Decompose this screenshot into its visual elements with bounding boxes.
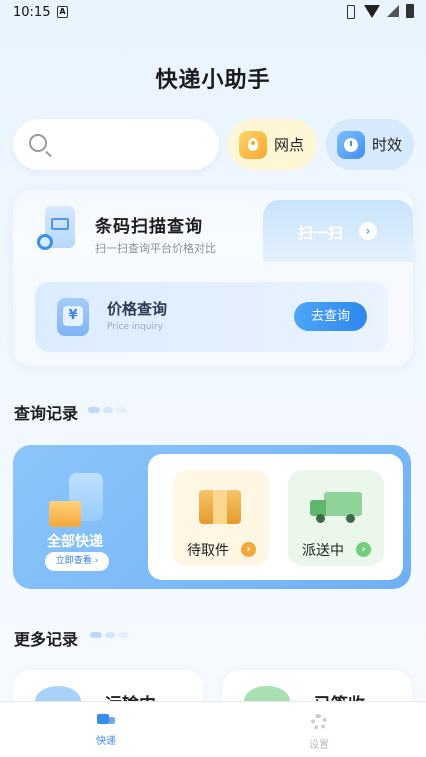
- vibrate-icon: [343, 4, 357, 19]
- delivering-label: 派送中: [302, 543, 344, 559]
- location-pin-icon: [239, 130, 267, 159]
- truck-icon: [97, 714, 115, 726]
- bottom-tab-bar: 快递 设置: [0, 701, 426, 757]
- tab-express[interactable]: 快递: [76, 714, 136, 747]
- status-time: 10:15: [13, 5, 51, 20]
- battery-icon: [406, 4, 414, 18]
- all-express-label[interactable]: 全部快递: [47, 531, 103, 551]
- timeliness-button[interactable]: 时效: [326, 119, 414, 170]
- barcode-title: 条码扫描查询: [95, 217, 203, 237]
- chevron-right-icon: ›: [241, 542, 256, 557]
- package-phone-icon: [45, 467, 119, 531]
- package-icon: [199, 484, 241, 524]
- tab-express-label: 快递: [96, 736, 116, 747]
- chevron-right-icon: ›: [356, 542, 371, 557]
- records-panel: 待取件 › 派送中 ›: [148, 454, 403, 580]
- outlet-label: 网点: [274, 136, 305, 154]
- timeliness-label: 时效: [372, 136, 403, 154]
- tab-settings-label: 设置: [309, 740, 329, 751]
- tab-settings[interactable]: 设置: [289, 714, 349, 751]
- clock-icon: [337, 130, 365, 159]
- price-tag-icon: ¥: [55, 294, 93, 340]
- price-query-title: 价格查询: [107, 300, 168, 318]
- pending-pickup-label: 待取件: [187, 543, 229, 559]
- go-query-button[interactable]: 去查询: [294, 302, 367, 331]
- section-decoration: [90, 632, 128, 638]
- records-section-title: 查询记录: [14, 404, 79, 423]
- page-title: 快递小助手: [155, 68, 271, 93]
- barcode-card: 扫一扫 › 条码扫描查询 扫一扫查询平台价格对比 ¥ 价格查询 Price in…: [13, 190, 413, 366]
- outlet-button[interactable]: 网点: [228, 119, 317, 170]
- barcode-subtitle: 扫一扫查询平台价格对比: [95, 242, 216, 255]
- chevron-right-icon[interactable]: ›: [359, 222, 377, 240]
- search-bar[interactable]: [13, 119, 219, 170]
- signal-icon: [387, 5, 399, 17]
- app-notification-icon: A: [57, 6, 68, 18]
- price-query-subtitle: Price inquiry: [107, 322, 163, 332]
- search-icon: [29, 134, 47, 152]
- gear-icon: [311, 714, 327, 730]
- pending-pickup-tile[interactable]: 待取件 ›: [173, 470, 269, 566]
- truck-icon: [310, 492, 362, 524]
- status-icons: [343, 4, 414, 19]
- status-bar: 10:15 A: [0, 0, 426, 26]
- delivering-tile[interactable]: 派送中 ›: [288, 470, 384, 566]
- scan-button-label[interactable]: 扫一扫: [298, 222, 343, 243]
- search-input[interactable]: [57, 131, 207, 157]
- section-decoration: [88, 407, 126, 413]
- more-records-title: 更多记录: [14, 630, 79, 649]
- view-now-button[interactable]: 立即查看 ›: [45, 552, 109, 571]
- records-card: 全部快递 立即查看 › 待取件 › 派送中 ›: [13, 445, 411, 589]
- wifi-icon: [364, 4, 380, 18]
- barcode-scan-icon: [37, 206, 81, 258]
